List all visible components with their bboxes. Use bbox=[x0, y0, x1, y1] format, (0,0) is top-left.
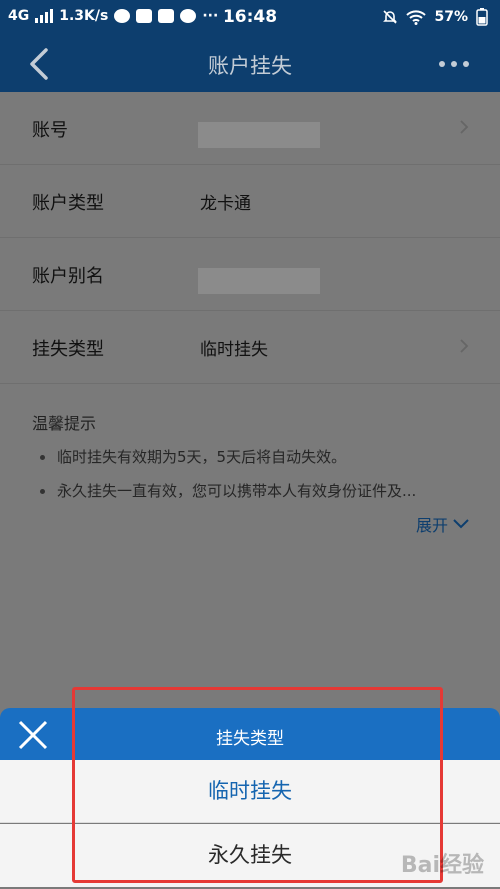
battery-icon bbox=[476, 8, 488, 26]
form-content: 账号 账户类型 龙卡通 账户别名 挂失类型 临时挂失 温馨提示 临时挂失有效期为… bbox=[0, 92, 500, 708]
loss-type-row[interactable]: 挂失类型 临时挂失 bbox=[0, 311, 500, 384]
battery-level: 57% bbox=[434, 9, 468, 25]
hint-item: 临时挂失有效期为5天，5天后将自动失效。 bbox=[40, 446, 346, 467]
wifi-icon bbox=[406, 10, 427, 25]
account-number-redacted bbox=[198, 122, 320, 148]
account-type-value: 龙卡通 bbox=[200, 194, 251, 214]
page-title: 账户挂失 bbox=[208, 54, 292, 78]
expand-label: 展开 bbox=[415, 516, 448, 535]
account-alias-row: 账户别名 bbox=[0, 238, 500, 311]
loss-type-label: 挂失类型 bbox=[32, 339, 104, 360]
chevron-right-icon bbox=[460, 339, 469, 353]
loss-type-value: 临时挂失 bbox=[200, 340, 268, 360]
navigation-bar: 账户挂失 bbox=[0, 36, 500, 92]
sheet-title: 挂失类型 bbox=[216, 729, 284, 749]
option-temporary-loss[interactable]: 临时挂失 bbox=[0, 760, 500, 823]
account-type-label: 账户类型 bbox=[32, 193, 104, 214]
account-alias-redacted bbox=[198, 268, 320, 294]
status-right: 57% bbox=[382, 8, 488, 26]
watermark: Bai经验 bbox=[400, 853, 484, 878]
account-number-label: 账号 bbox=[32, 120, 68, 141]
account-number-row[interactable]: 账号 bbox=[0, 92, 500, 165]
account-alias-label: 账户别名 bbox=[32, 266, 104, 287]
sheet-header: 挂失类型 bbox=[0, 708, 500, 760]
account-type-row: 账户类型 龙卡通 bbox=[0, 165, 500, 238]
more-options-icon[interactable] bbox=[434, 50, 474, 78]
hint-title: 温馨提示 bbox=[32, 414, 97, 433]
chevron-down-icon bbox=[453, 519, 469, 529]
chevron-right-icon bbox=[460, 120, 469, 134]
status-bar: 4G 1.3K/s ··· 16:48 57% bbox=[0, 0, 500, 36]
hint-item: 永久挂失一直有效，您可以携带本人有效身份证件及... bbox=[40, 480, 416, 501]
silent-bell-icon bbox=[383, 10, 398, 24]
expand-link[interactable]: 展开 bbox=[416, 512, 470, 536]
